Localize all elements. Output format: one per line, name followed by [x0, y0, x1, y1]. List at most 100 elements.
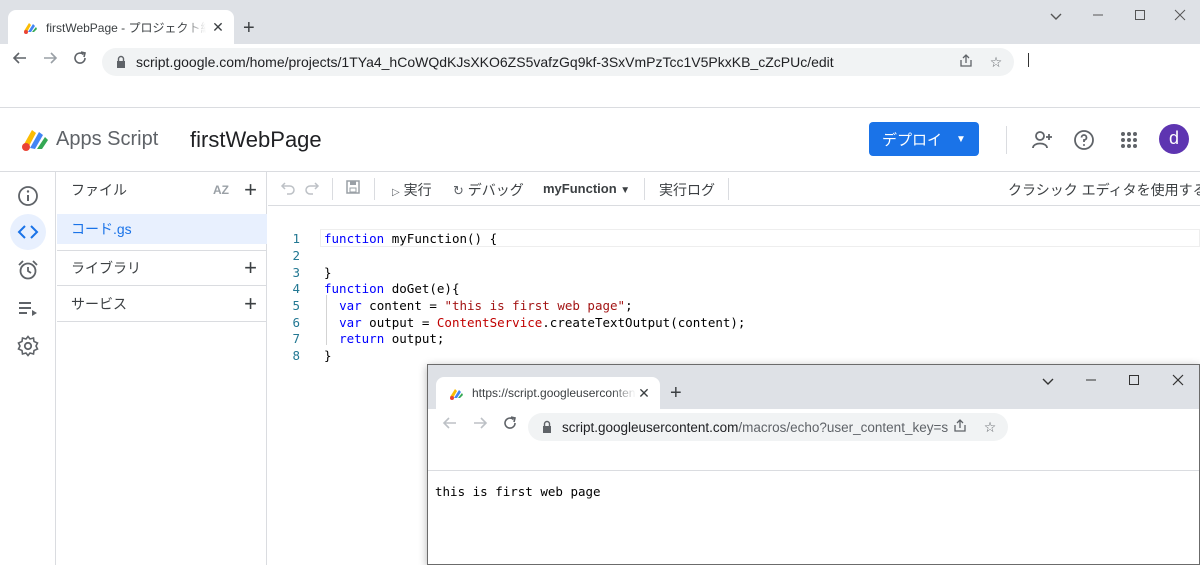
browser-toolbar: script.google.com/home/projects/1TYa4_hC…	[0, 44, 1200, 80]
new-tab-button[interactable]: +	[243, 16, 255, 40]
address-bar[interactable]: script.google.com/home/projects/1TYa4_hC…	[102, 48, 1014, 76]
line-number: 4	[292, 281, 300, 296]
code-line-4: function doGet(e){	[324, 281, 460, 296]
popup-tab[interactable]: https://script.googleusercontent.com/mac…	[436, 377, 660, 409]
popup-bookmarks-bar	[428, 445, 1199, 471]
files-section-header: ファイル AZ +	[57, 172, 267, 208]
avatar[interactable]: d	[1159, 124, 1189, 154]
popup-tabstrip: https://script.googleusercontent.com/mac…	[428, 365, 1199, 409]
line-number: 1	[292, 231, 300, 246]
minimize-icon[interactable]	[1078, 4, 1118, 28]
deploy-button[interactable]: デプロイ ▼	[869, 122, 979, 156]
debug-label: デバッグ	[467, 182, 524, 198]
web-page-output-text: this is first web page	[435, 484, 601, 499]
undo-icon[interactable]	[280, 179, 296, 198]
run-button[interactable]: ▷ 実行	[392, 180, 432, 200]
back-icon[interactable]	[438, 415, 462, 439]
apps-script-favicon	[450, 389, 463, 400]
code-line-8: }	[324, 348, 332, 363]
close-window-icon[interactable]	[1158, 369, 1198, 393]
toolbar-divider	[332, 178, 333, 200]
services-section[interactable]: サービス +	[57, 286, 267, 322]
forward-icon[interactable]	[38, 50, 62, 74]
maximize-icon[interactable]	[1120, 4, 1160, 28]
close-tab-icon[interactable]: ✕	[636, 385, 652, 402]
lock-icon	[117, 55, 125, 68]
close-tab-icon[interactable]: ✕	[210, 19, 226, 35]
line-number: 7	[292, 331, 300, 346]
code-line-5: var content = "this is first web page";	[339, 298, 633, 313]
apps-script-header: Apps Script firstWebPage デプロイ ▼ d	[0, 108, 1200, 172]
apps-grid-icon[interactable]	[1117, 128, 1141, 152]
libraries-section[interactable]: ライブラリ +	[57, 250, 267, 286]
line-number: 3	[292, 265, 300, 280]
overview-info-icon[interactable]	[10, 178, 46, 214]
apps-script-favicon	[24, 23, 37, 34]
line-number: 5	[292, 298, 300, 313]
add-service-icon[interactable]: +	[244, 292, 257, 315]
run-label: 実行	[403, 182, 432, 198]
file-item-code-gs[interactable]: コード.gs	[57, 214, 267, 244]
toolbar-divider	[374, 178, 375, 200]
bookmarks-bar	[0, 80, 1200, 108]
add-person-icon[interactable]	[1030, 128, 1054, 152]
line-number: 8	[292, 348, 300, 363]
function-select-value: myFunction	[543, 181, 617, 196]
apps-script-logo[interactable]	[20, 126, 50, 152]
tab-search-chevron-icon[interactable]	[1028, 369, 1068, 393]
close-window-icon[interactable]	[1160, 4, 1200, 28]
back-icon[interactable]	[8, 50, 32, 74]
popup-tab-title: https://script.googleusercontent.com/mac…	[472, 386, 636, 400]
project-title[interactable]: firstWebPage	[190, 127, 322, 153]
reload-icon[interactable]	[498, 415, 522, 439]
classic-editor-button[interactable]: クラシック エディタを使用する	[1008, 180, 1200, 200]
files-panel: ファイル AZ + コード.gs ライブラリ + サービス +	[57, 172, 267, 565]
bookmark-star-icon[interactable]: ☆	[978, 419, 1002, 436]
function-select[interactable]: myFunction ▼	[543, 181, 630, 196]
forward-icon[interactable]	[468, 415, 492, 439]
editor-toolbar: ▷ 実行 ↻ デバッグ myFunction ▼ 実行ログ クラシック エディタ…	[268, 172, 1200, 206]
save-icon[interactable]	[345, 179, 361, 198]
popup-address-url: script.googleusercontent.com/macros/echo…	[562, 420, 948, 435]
line-number: 2	[292, 248, 300, 263]
add-library-icon[interactable]: +	[244, 257, 257, 279]
minimize-icon[interactable]	[1071, 369, 1111, 393]
popup-toolbar: script.googleusercontent.com/macros/echo…	[428, 409, 1199, 445]
line-number: 6	[292, 315, 300, 330]
toolbar-divider	[644, 178, 645, 200]
executions-list-icon[interactable]	[10, 290, 46, 326]
debug-button[interactable]: ↻ デバッグ	[453, 180, 524, 200]
popup-page-content: this is first web page	[428, 472, 1199, 564]
files-title: ファイル	[71, 182, 127, 198]
new-tab-button[interactable]: +	[670, 381, 682, 405]
popup-address-bar[interactable]: script.googleusercontent.com/macros/echo…	[528, 413, 1008, 441]
lock-icon	[543, 420, 551, 433]
redo-icon[interactable]	[304, 179, 320, 198]
browser-tab-active[interactable]: firstWebPage - プロジェクト編集者 - Apps Script ✕	[8, 10, 234, 44]
toolbar-divider	[728, 178, 729, 200]
code-line-7: return output;	[339, 331, 445, 346]
share-icon[interactable]	[954, 53, 978, 71]
tab-search-chevron-icon[interactable]	[1036, 4, 1076, 28]
libraries-title: ライブラリ	[71, 260, 141, 276]
help-icon[interactable]	[1072, 128, 1096, 152]
code-line-3: }	[324, 265, 332, 280]
browser-tab-title: firstWebPage - プロジェクト編集者 - Apps Script	[46, 20, 206, 35]
editor-code-icon[interactable]	[10, 214, 46, 250]
settings-gear-icon[interactable]	[10, 328, 46, 364]
code-line-6: var output = ContentService.createTextOu…	[339, 315, 746, 330]
caret-down-icon: ▼	[620, 185, 631, 196]
popup-browser-window: https://script.googleusercontent.com/mac…	[427, 364, 1200, 565]
reload-icon[interactable]	[68, 50, 92, 74]
app-name[interactable]: Apps Script	[56, 128, 158, 151]
execution-log-button[interactable]: 実行ログ	[659, 180, 715, 200]
debug-icon: ↻	[453, 183, 464, 198]
sort-az-icon[interactable]: AZ	[213, 183, 229, 197]
add-file-icon[interactable]: +	[244, 179, 257, 201]
bookmark-star-icon[interactable]: ☆	[984, 54, 1008, 71]
share-icon[interactable]	[948, 418, 972, 436]
maximize-icon[interactable]	[1114, 369, 1154, 393]
left-rail	[0, 172, 56, 565]
triggers-alarm-icon[interactable]	[10, 252, 46, 288]
